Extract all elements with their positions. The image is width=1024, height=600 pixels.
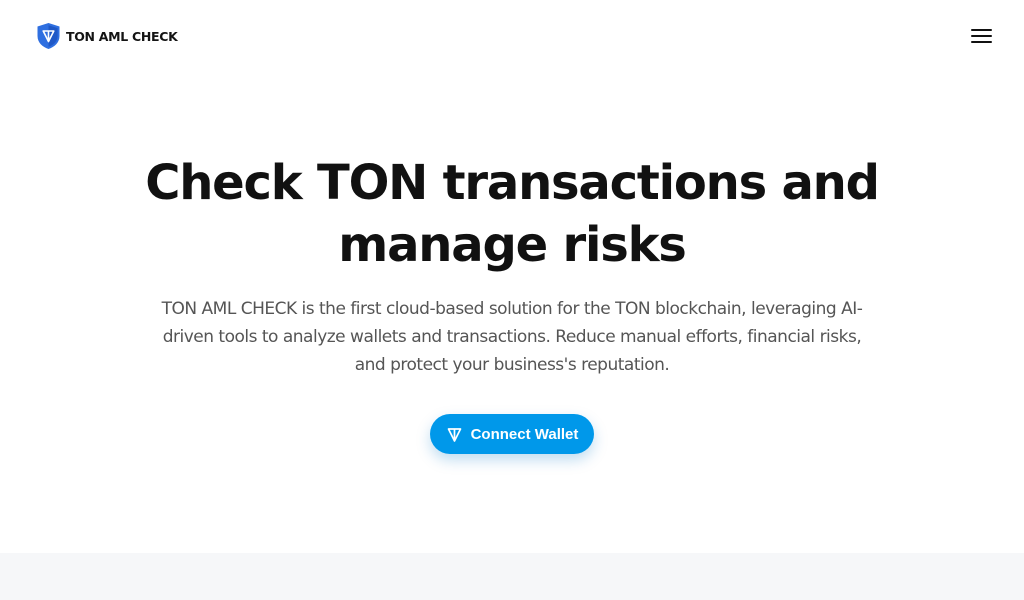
hero-desc-line1: TON AML CHECK is the first cloud-based s… [161, 299, 863, 319]
brand-logo[interactable]: TON AML CHECK [36, 22, 178, 50]
hero-desc-line2: driven tools to analyze wallets and tran… [162, 327, 862, 347]
next-section [0, 553, 1024, 600]
brand-name: TON AML CHECK [66, 28, 178, 44]
shield-icon [37, 23, 60, 49]
hero-description: TON AML CHECK is the first cloud-based s… [112, 295, 912, 379]
menu-button[interactable] [968, 24, 996, 48]
hero-section: Check TON transactions and manage risks … [0, 72, 1024, 553]
connect-wallet-button[interactable]: Connect Wallet [430, 414, 594, 454]
hamburger-menu-icon [971, 29, 992, 31]
hero-title: Check TON transactions and manage risks [112, 152, 912, 276]
hero-title-line1: Check TON transactions and [145, 155, 880, 211]
hamburger-line [971, 35, 992, 37]
hero-title-line2: manage risks [338, 217, 687, 273]
site-header: TON AML CHECK [0, 0, 1024, 72]
hamburger-line [971, 41, 992, 43]
hero-desc-line3: and protect your business's reputation. [354, 355, 670, 375]
ton-icon [447, 427, 461, 442]
connect-wallet-label: Connect Wallet [470, 425, 579, 443]
